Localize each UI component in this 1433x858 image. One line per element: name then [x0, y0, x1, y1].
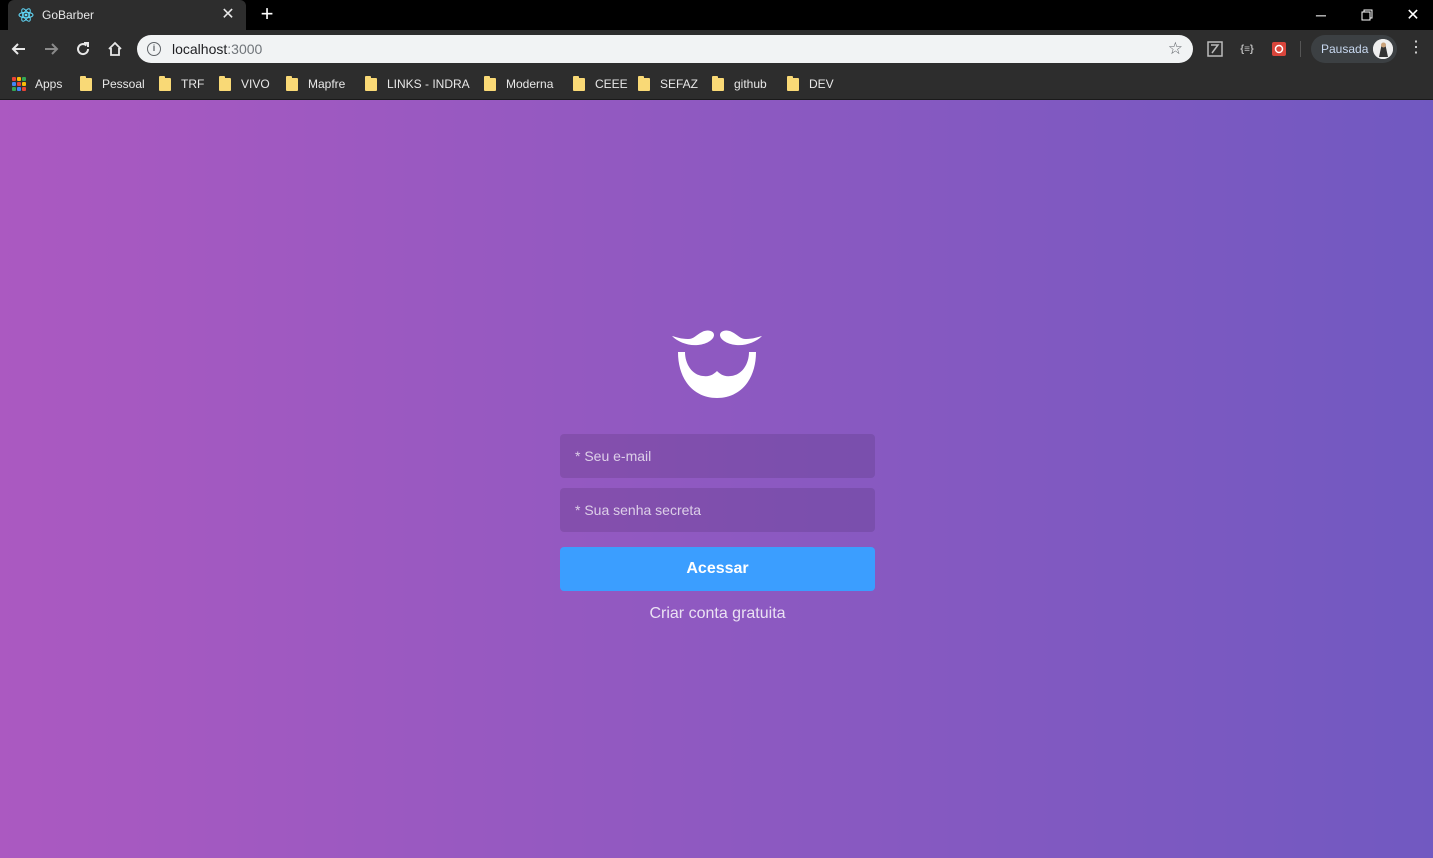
folder-icon [484, 75, 496, 91]
bookmark-folder[interactable]: Pessoal [80, 74, 145, 94]
folder-icon [159, 75, 171, 91]
bookmark-folder[interactable]: github [712, 74, 767, 94]
bookmark-folder[interactable]: TRF [159, 74, 204, 94]
bookmark-apps[interactable]: Apps [12, 74, 62, 94]
bookmark-folder[interactable]: Moderna [484, 74, 553, 94]
gobarber-mustache-logo [672, 330, 762, 398]
folder-icon [219, 75, 231, 91]
bookmark-label: SEFAZ [660, 77, 699, 91]
close-window-icon[interactable]: ✕ [1390, 0, 1433, 30]
bookmark-folder[interactable]: CEEE [573, 74, 628, 94]
folder-icon [638, 75, 650, 91]
folder-icon [365, 75, 377, 91]
back-icon[interactable] [6, 36, 32, 62]
profile-label: Pausada [1321, 42, 1369, 56]
login-button[interactable]: Acessar [560, 547, 875, 591]
bookmark-label: Pessoal [102, 77, 145, 91]
toolbar-divider [1300, 41, 1301, 57]
profile-button[interactable]: Pausada [1311, 35, 1397, 63]
react-icon [18, 7, 34, 23]
folder-icon [573, 75, 585, 91]
avatar [1373, 39, 1393, 59]
apps-grid-icon [12, 77, 26, 91]
image-extension-icon[interactable] [1206, 40, 1224, 58]
bookmark-label: github [734, 77, 767, 91]
create-account-link[interactable]: Criar conta gratuita [560, 605, 875, 623]
home-icon[interactable] [102, 36, 128, 62]
address-bar[interactable]: i localhost:3000 ☆ [137, 35, 1193, 63]
bookmark-label: LINKS - INDRA [387, 77, 470, 91]
bookmark-folder[interactable]: VIVO [219, 74, 270, 94]
close-tab-icon[interactable]: ✕ [220, 7, 236, 23]
minimize-icon[interactable]: ─ [1298, 0, 1344, 30]
url-host: localhost [172, 41, 228, 57]
password-field[interactable] [560, 488, 875, 532]
bookmark-folder[interactable]: Mapfre [286, 74, 345, 94]
json-extension-icon[interactable]: {≡} [1238, 40, 1256, 58]
url-text: localhost:3000 [172, 41, 1168, 57]
folder-icon [712, 75, 724, 91]
new-tab-icon[interactable]: + [256, 3, 278, 26]
bookmark-label: CEEE [595, 77, 628, 91]
bookmark-label: TRF [181, 77, 205, 91]
login-page: Acessar Criar conta gratuita [0, 100, 1433, 858]
browser-toolbar: i localhost:3000 ☆ {≡} Pausada ⋮ [0, 30, 1433, 68]
site-info-icon[interactable]: i [147, 42, 161, 56]
folder-icon [80, 75, 92, 91]
reload-icon[interactable] [70, 36, 96, 62]
forward-icon[interactable] [38, 36, 64, 62]
email-field[interactable] [560, 434, 875, 478]
bookmark-label: DEV [809, 77, 834, 91]
bookmark-label: Mapfre [308, 77, 346, 91]
bookmarks-bar: Apps Pessoal TRF VIVO Mapfre LINKS - IND… [0, 68, 1433, 100]
bookmark-folder[interactable]: DEV [787, 74, 834, 94]
folder-icon [787, 75, 799, 91]
bookmark-label: VIVO [241, 77, 270, 91]
url-port: :3000 [227, 41, 263, 57]
bookmark-folder[interactable]: SEFAZ [638, 74, 698, 94]
restore-icon[interactable] [1344, 0, 1390, 30]
bookmark-label: Apps [35, 77, 63, 91]
browser-tab[interactable]: GoBarber ✕ [8, 0, 246, 30]
bookmark-folder[interactable]: LINKS - INDRA [365, 74, 470, 94]
bookmark-label: Moderna [506, 77, 554, 91]
bookmark-star-icon[interactable]: ☆ [1168, 39, 1183, 59]
browser-menu-icon[interactable]: ⋮ [1408, 39, 1424, 59]
screenshot-extension-icon[interactable] [1270, 40, 1288, 58]
folder-icon [286, 75, 298, 91]
tab-title: GoBarber [42, 8, 95, 22]
tab-strip: GoBarber ✕ + ─ ✕ [0, 0, 1433, 30]
